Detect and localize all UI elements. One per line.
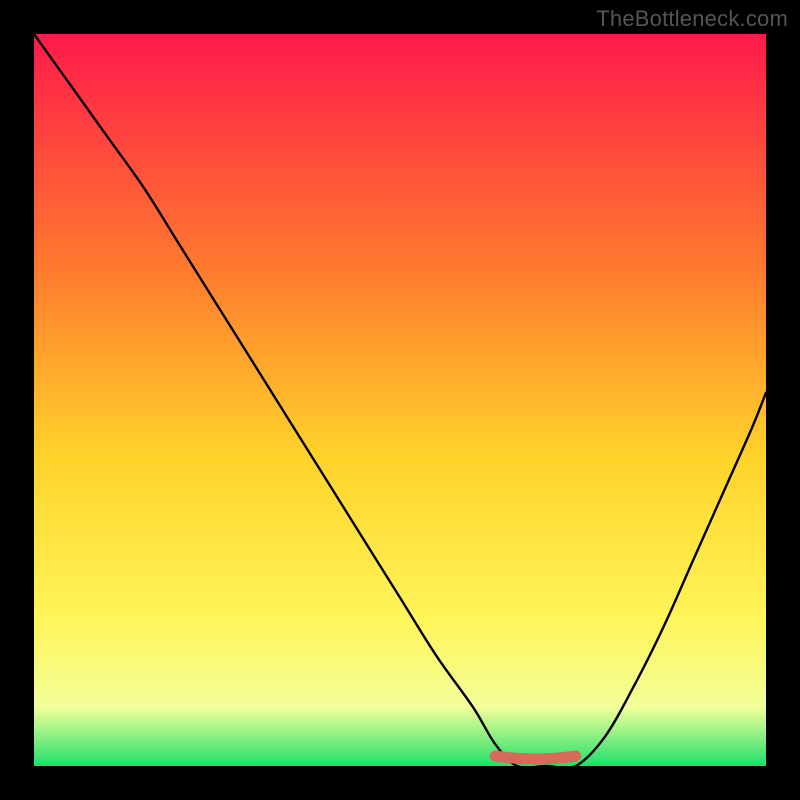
plot-area xyxy=(34,34,766,766)
watermark-text: TheBottleneck.com xyxy=(596,6,788,32)
chart-frame: TheBottleneck.com xyxy=(0,0,800,800)
bottleneck-curve xyxy=(34,34,766,768)
curve-layer xyxy=(34,34,766,766)
flat-zone-marker xyxy=(495,756,576,759)
